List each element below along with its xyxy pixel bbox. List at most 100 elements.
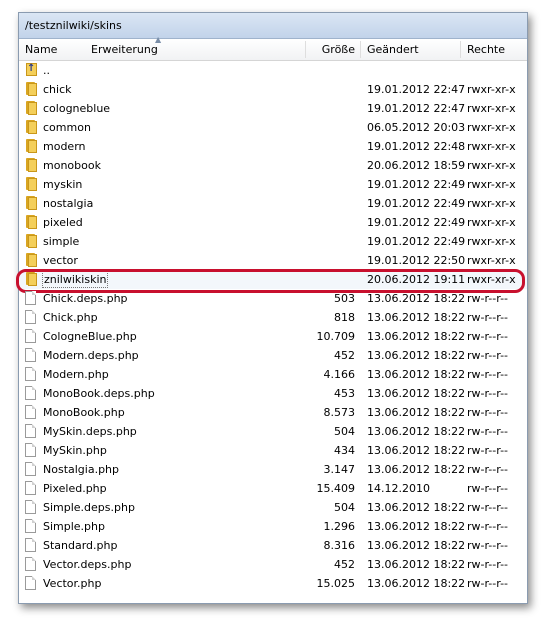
file-row[interactable]: Vector.php 15.025 13.06.2012 18:22 rw-r--r-… xyxy=(19,574,527,593)
file-name: modern xyxy=(43,140,86,153)
file-rights: rwxr-xr-x xyxy=(467,178,516,191)
folder-row[interactable]: cologneblue 19.01.2012 22:47 rwxr-xr-x xyxy=(19,99,527,118)
file-size: 10.709 xyxy=(316,330,356,343)
file-rights: rwxr-xr-x xyxy=(467,102,516,115)
column-extension-header[interactable]: Erweiterung xyxy=(91,39,158,60)
file-row[interactable]: Simple.deps.php 504 13.06.2012 18:22 rw-r--… xyxy=(19,498,527,517)
column-rights-header[interactable]: Rechte xyxy=(467,39,505,60)
file-modified: 13.06.2012 18:22 xyxy=(367,425,466,438)
file-modified: 13.06.2012 18:22 xyxy=(367,558,466,571)
file-size: 4.166 xyxy=(323,368,356,381)
file-row[interactable]: Modern.php 4.166 13.06.2012 18:22 rw-r--r-- xyxy=(19,365,527,384)
file-modified: 13.06.2012 18:22 xyxy=(367,539,466,552)
file-modified: 19.01.2012 22:47 xyxy=(367,83,466,96)
column-header: Name Erweiterung ▲ Größe Geändert Rechte xyxy=(19,35,527,61)
file-icon xyxy=(25,576,39,590)
folder-icon xyxy=(25,82,39,96)
file-row[interactable]: Nostalgia.php 3.147 13.06.2012 18:22 rw-r--… xyxy=(19,460,527,479)
file-name: znilwikiskin xyxy=(42,271,109,288)
folder-row[interactable]: ↑.. xyxy=(19,61,527,80)
file-size: 504 xyxy=(334,501,355,514)
folder-row[interactable]: simple 19.01.2012 22:49 rwxr-xr-x xyxy=(19,232,527,251)
file-size: 452 xyxy=(334,558,355,571)
file-modified: 13.06.2012 18:22 xyxy=(367,577,466,590)
file-rights: rw-r--r-- xyxy=(467,292,509,305)
file-name: nostalgia xyxy=(43,197,94,210)
folder-row[interactable]: vector 19.01.2012 22:50 rwxr-xr-x xyxy=(19,251,527,270)
file-name: Chick.php xyxy=(43,311,98,324)
sort-ascending-icon: ▲ xyxy=(155,35,162,44)
file-rights: rw-r--r-- xyxy=(467,311,509,324)
file-icon xyxy=(25,329,39,343)
column-size-header[interactable]: Größe xyxy=(313,39,355,60)
file-name: Simple.deps.php xyxy=(43,501,135,514)
file-name: .. xyxy=(43,64,50,77)
file-icon xyxy=(25,386,39,400)
folder-row[interactable]: myskin 19.01.2012 22:49 rwxr-xr-x xyxy=(19,175,527,194)
file-rights: rwxr-xr-x xyxy=(467,121,516,134)
file-modified: 14.12.2010 xyxy=(367,482,430,495)
path-bar[interactable]: /testznilwiki/skins xyxy=(19,13,527,39)
up-folder-icon: ↑ xyxy=(26,63,37,76)
file-row[interactable]: MonoBook.deps.php 453 13.06.2012 18:22 rw-r… xyxy=(19,384,527,403)
file-rights: rw-r--r-- xyxy=(467,425,509,438)
file-icon xyxy=(25,481,39,495)
file-icon xyxy=(25,557,39,571)
file-row[interactable]: Standard.php 8.316 13.06.2012 18:22 rw-r--r… xyxy=(19,536,527,555)
folder-row[interactable]: common 06.05.2012 20:03 rwxr-xr-x xyxy=(19,118,527,137)
folder-icon xyxy=(25,177,39,191)
file-row[interactable]: CologneBlue.php 10.709 13.06.2012 18:22 rw-… xyxy=(19,327,527,346)
file-rights: rw-r--r-- xyxy=(467,406,509,419)
file-modified: 13.06.2012 18:22 xyxy=(367,501,466,514)
folder-icon xyxy=(25,196,39,210)
file-list: ↑.. chick 19.01.2012 22:47 rwxr-xr-x cologne… xyxy=(16,61,527,593)
file-name: MySkin.php xyxy=(43,444,107,457)
file-rights: rw-r--r-- xyxy=(467,558,509,571)
file-name: Vector.deps.php xyxy=(43,558,132,571)
file-icon xyxy=(25,424,39,438)
file-rights: rw-r--r-- xyxy=(467,539,509,552)
column-name-header[interactable]: Name xyxy=(25,39,57,60)
column-divider[interactable] xyxy=(305,41,306,58)
file-size: 8.573 xyxy=(323,406,356,419)
file-modified: 13.06.2012 18:22 xyxy=(367,463,466,476)
file-icon xyxy=(25,405,39,419)
folder-icon xyxy=(25,139,39,153)
file-row[interactable]: Modern.deps.php 452 13.06.2012 18:22 rw-r--… xyxy=(19,346,527,365)
column-modified-header[interactable]: Geändert xyxy=(367,39,419,60)
folder-row[interactable]: nostalgia 19.01.2012 22:49 rwxr-xr-x xyxy=(19,194,527,213)
file-modified: 13.06.2012 18:22 xyxy=(367,406,466,419)
folder-row[interactable]: pixeled 19.01.2012 22:49 rwxr-xr-x xyxy=(19,213,527,232)
file-icon xyxy=(25,519,39,533)
file-row[interactable]: MySkin.php 434 13.06.2012 18:22 rw-r--r-- xyxy=(19,441,527,460)
file-row[interactable]: Simple.php 1.296 13.06.2012 18:22 rw-r--r-- xyxy=(19,517,527,536)
file-modified: 19.01.2012 22:50 xyxy=(367,254,466,267)
file-name: MonoBook.deps.php xyxy=(43,387,155,400)
file-row[interactable]: Pixeled.php 15.409 14.12.2010 rw-r--r-- xyxy=(19,479,527,498)
file-modified: 20.06.2012 19:11 xyxy=(367,273,466,286)
column-divider[interactable] xyxy=(360,41,361,58)
file-row[interactable]: Chick.deps.php 503 13.06.2012 18:22 rw-r--r… xyxy=(19,289,527,308)
file-icon xyxy=(25,310,39,324)
folder-row[interactable]: monobook 20.06.2012 18:59 rwxr-xr-x xyxy=(19,156,527,175)
file-modified: 13.06.2012 18:22 xyxy=(367,311,466,324)
file-name: chick xyxy=(43,83,72,96)
file-modified: 19.01.2012 22:49 xyxy=(367,178,466,191)
file-size: 15.409 xyxy=(316,482,356,495)
file-size: 434 xyxy=(334,444,355,457)
file-name: Pixeled.php xyxy=(43,482,107,495)
file-icon xyxy=(25,367,39,381)
folder-row[interactable]: znilwikiskin 20.06.2012 19:11 rwxr-xr-x xyxy=(16,269,527,293)
file-row[interactable]: Chick.php 818 13.06.2012 18:22 rw-r--r-- xyxy=(19,308,527,327)
column-divider[interactable] xyxy=(460,41,461,58)
file-row[interactable]: Vector.deps.php 452 13.06.2012 18:22 rw-r--… xyxy=(19,555,527,574)
folder-row[interactable]: modern 19.01.2012 22:48 rwxr-xr-x xyxy=(19,137,527,156)
file-rights: rw-r--r-- xyxy=(467,520,509,533)
file-row[interactable]: MySkin.deps.php 504 13.06.2012 18:22 rw-r--… xyxy=(19,422,527,441)
file-icon xyxy=(25,462,39,476)
file-modified: 19.01.2012 22:49 xyxy=(367,216,466,229)
file-modified: 13.06.2012 18:22 xyxy=(367,368,466,381)
folder-row[interactable]: chick 19.01.2012 22:47 rwxr-xr-x xyxy=(19,80,527,99)
folder-icon xyxy=(25,158,39,172)
file-row[interactable]: MonoBook.php 8.573 13.06.2012 18:22 rw-r--r… xyxy=(19,403,527,422)
